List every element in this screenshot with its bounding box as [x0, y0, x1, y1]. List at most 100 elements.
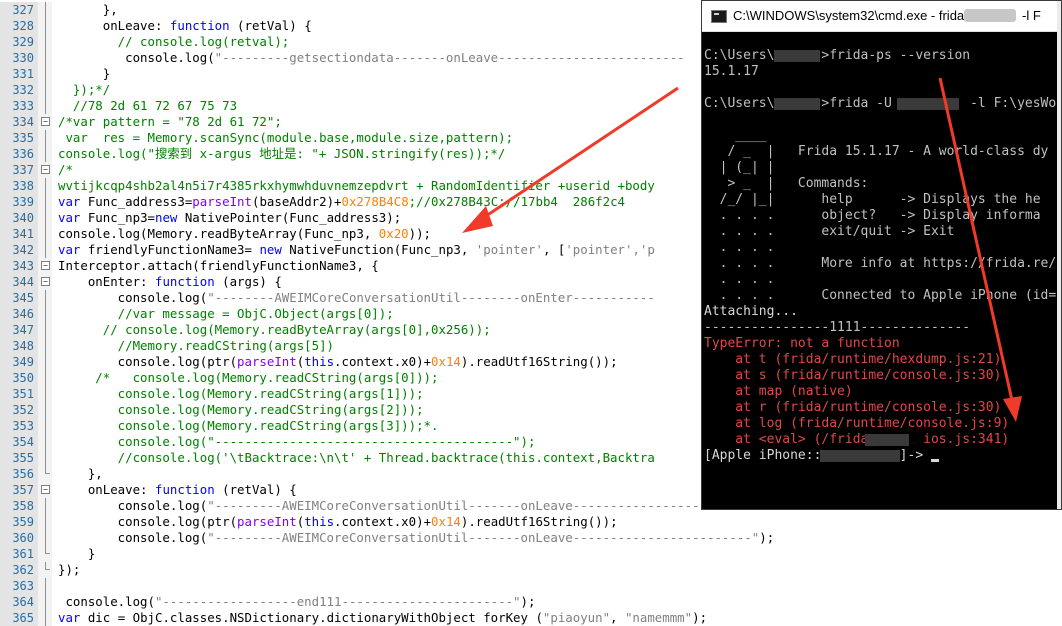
code-line[interactable]: 364 console.log("------------------end11…: [0, 594, 1062, 610]
fold-gutter[interactable]: [38, 210, 52, 226]
console-line: at <eval> (/frida_ ios.js:341): [704, 432, 1009, 448]
code-line[interactable]: 361 }: [0, 546, 1062, 562]
fold-gutter[interactable]: [38, 498, 52, 514]
fold-gutter[interactable]: [38, 226, 52, 242]
fold-gutter[interactable]: [38, 290, 52, 306]
console-line-text: Attaching...: [704, 304, 798, 319]
fold-guide-line: [45, 98, 46, 114]
code-token: var: [58, 210, 81, 225]
fold-gutter[interactable]: [38, 546, 52, 562]
fold-gutter[interactable]: [38, 354, 52, 370]
cmd-window[interactable]: C:\WINDOWS\system32\cmd.exe - frida -U -…: [701, 0, 1062, 510]
fold-gutter[interactable]: [38, 322, 52, 338]
code-token: ));: [408, 226, 432, 241]
fold-gutter[interactable]: [38, 610, 52, 626]
line-number: 350: [0, 370, 38, 386]
console-line: / _ | Frida 15.1.17 - A world-class dy: [704, 144, 1048, 160]
fold-toggle-icon[interactable]: −: [41, 485, 50, 494]
cmd-scrollbar[interactable]: [1057, 1, 1061, 509]
code-text: var res = Memory.scanSync(module.base,mo…: [58, 130, 513, 146]
fold-guide-line: [45, 66, 46, 82]
fold-gutter[interactable]: [38, 578, 52, 594]
fold-gutter[interactable]: [38, 146, 52, 162]
fold-gutter[interactable]: [38, 34, 52, 50]
fold-gutter[interactable]: [38, 530, 52, 546]
fold-gutter[interactable]: [38, 386, 52, 402]
code-token: }: [58, 546, 96, 561]
fold-gutter[interactable]: −: [38, 114, 52, 130]
console-line: /_/ |_| help -> Displays the he: [704, 192, 1041, 208]
line-number: 330: [0, 50, 38, 66]
code-text: });*/: [58, 82, 110, 98]
code-line[interactable]: 360 console.log("---------AWEIMCoreConve…: [0, 530, 1062, 546]
console-line-text: at log (frida/runtime/console.js:9): [704, 416, 1010, 431]
cmd-title-bar[interactable]: C:\WINDOWS\system32\cmd.exe - frida -U -…: [702, 1, 1061, 32]
line-number: 336: [0, 146, 38, 162]
fold-gutter[interactable]: −: [38, 482, 52, 498]
fold-gutter[interactable]: −: [38, 258, 52, 274]
line-number: 335: [0, 130, 38, 146]
code-line[interactable]: 359 console.log(ptr(parseInt(this.contex…: [0, 514, 1062, 530]
code-text: onLeave: function (retVal) {: [58, 18, 312, 34]
code-text: // console.log(retval);: [58, 34, 290, 50]
fold-gutter[interactable]: [38, 466, 52, 482]
code-token: ,'p: [632, 242, 655, 257]
line-number: 364: [0, 594, 38, 610]
fold-gutter[interactable]: [38, 242, 52, 258]
fold-end-mark: [45, 473, 50, 474]
fold-guide-line: [45, 338, 46, 354]
fold-gutter[interactable]: [38, 370, 52, 386]
fold-gutter[interactable]: [38, 418, 52, 434]
fold-gutter[interactable]: [38, 338, 52, 354]
fold-toggle-icon[interactable]: −: [41, 261, 50, 270]
console-line: . . . . object? -> Display informa: [704, 208, 1041, 224]
fold-gutter[interactable]: [38, 2, 52, 18]
console-line: at map (native): [704, 384, 852, 400]
fold-gutter[interactable]: [38, 98, 52, 114]
fold-gutter[interactable]: [38, 594, 52, 610]
fold-gutter[interactable]: [38, 18, 52, 34]
console-line-text: /_/ |_| help -> Displays the he: [704, 192, 1041, 207]
code-text: console.log(Memory.readCString(args[2]))…: [58, 402, 424, 418]
line-number: 358: [0, 498, 38, 514]
line-number: 351: [0, 386, 38, 402]
code-token: });*/: [58, 82, 111, 97]
fold-gutter[interactable]: [38, 514, 52, 530]
code-line[interactable]: 365 var dic = ObjC.classes.NSDictionary.d…: [0, 610, 1062, 626]
code-token: var: [58, 194, 81, 209]
code-text: //console.log('\tBacktrace:\n\t' + Threa…: [58, 450, 655, 466]
code-token: console.log(Memory.readByteArray(Func_np…: [58, 226, 379, 241]
line-number: 334: [0, 114, 38, 130]
fold-guide-line: [45, 514, 46, 530]
fold-gutter[interactable]: [38, 450, 52, 466]
fold-gutter[interactable]: [38, 306, 52, 322]
fold-toggle-icon[interactable]: −: [41, 117, 50, 126]
fold-gutter[interactable]: −: [38, 162, 52, 178]
fold-gutter[interactable]: −: [38, 274, 52, 290]
fold-gutter[interactable]: [38, 178, 52, 194]
fold-gutter[interactable]: [38, 66, 52, 82]
code-token: (retVal) {: [214, 482, 297, 497]
console-line-text: TypeError: not a function: [704, 336, 900, 351]
console-line-text: . . . . More info at https://frida.re/do: [704, 256, 1062, 271]
fold-gutter[interactable]: [38, 434, 52, 450]
cmd-console-output[interactable]: C:\Users\ >frida-ps --version 15.1.17 C:\U…: [702, 32, 1062, 509]
fold-guide-line: [45, 146, 46, 162]
code-token: console.log(: [58, 290, 208, 305]
code-token: console.log(Memory.readCString(args[3]))…: [58, 418, 439, 433]
code-token: "---------AWEIMCoreConversationUtil-----…: [207, 498, 737, 513]
fold-gutter[interactable]: [38, 82, 52, 98]
line-number: 361: [0, 546, 38, 562]
code-line[interactable]: 363: [0, 578, 1062, 594]
fold-gutter[interactable]: [38, 130, 52, 146]
code-line[interactable]: 362});: [0, 562, 1062, 578]
fold-gutter[interactable]: [38, 50, 52, 66]
fold-gutter[interactable]: [38, 562, 52, 578]
code-text: //var message = ObjC.Object(args[0]);: [58, 306, 394, 322]
console-line-text: at <eval> (/frida_ ios.js:341): [704, 432, 1010, 447]
code-text: onLeave: function (retVal) {: [58, 482, 297, 498]
fold-gutter[interactable]: [38, 194, 52, 210]
fold-toggle-icon[interactable]: −: [41, 165, 50, 174]
fold-gutter[interactable]: [38, 402, 52, 418]
fold-toggle-icon[interactable]: −: [41, 277, 50, 286]
